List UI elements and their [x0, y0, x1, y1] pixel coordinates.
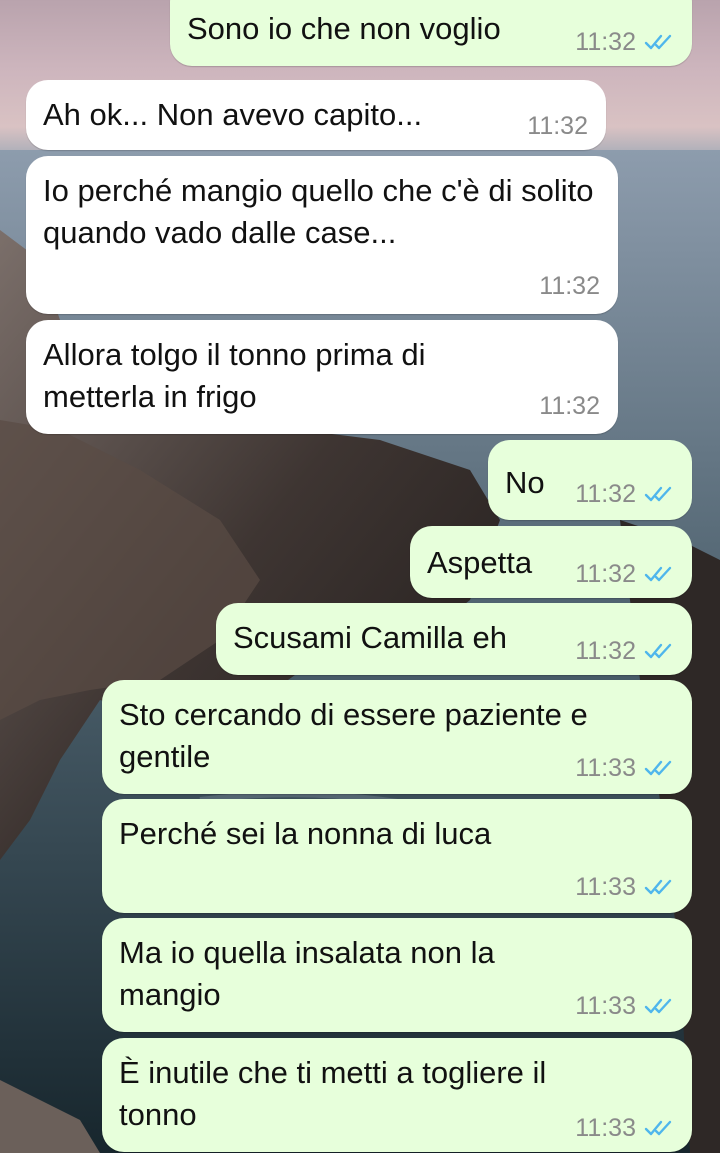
message-meta: 11:33	[575, 1114, 674, 1142]
message-bubble-outgoing[interactable]: Sono io che non voglio 11:32	[170, 0, 692, 66]
message-time: 11:32	[575, 28, 636, 56]
message-meta: 11:33	[575, 873, 674, 901]
message-time: 11:32	[539, 392, 600, 420]
message-time: 11:33	[575, 1114, 636, 1142]
message-meta: 11:33	[575, 992, 674, 1020]
message-time: 11:32	[539, 272, 600, 300]
message-bubble-outgoing[interactable]: No 11:32	[488, 440, 692, 520]
message-bubble-outgoing[interactable]: Aspetta 11:32	[410, 526, 692, 598]
message-text: Allora tolgo il tonno prima di metterla …	[43, 337, 435, 414]
message-text: È inutile che ti metti a togliere il ton…	[119, 1055, 555, 1132]
message-meta: 11:32	[575, 28, 674, 56]
message-text: Ma io quella insalata non la mangio	[119, 935, 504, 1012]
message-bubble-outgoing[interactable]: Sto cercando di essere paziente e gentil…	[102, 680, 692, 794]
read-receipt-icon	[644, 759, 674, 777]
message-time: 11:33	[575, 992, 636, 1020]
read-receipt-icon	[644, 565, 674, 583]
read-receipt-icon	[644, 642, 674, 660]
message-bubble-outgoing[interactable]: Scusami Camilla eh 11:32	[216, 603, 692, 675]
message-meta: 11:32	[575, 560, 674, 588]
message-bubble-incoming[interactable]: Ah ok... Non avevo capito... 11:32	[26, 80, 606, 150]
message-time: 11:32	[575, 480, 636, 508]
message-bubble-outgoing[interactable]: È inutile che ti metti a togliere il ton…	[102, 1038, 692, 1152]
message-meta: 11:32	[527, 112, 588, 140]
message-time: 11:32	[575, 637, 636, 665]
message-meta: 11:33	[575, 754, 674, 782]
read-receipt-icon	[644, 1119, 674, 1137]
read-receipt-icon	[644, 485, 674, 503]
read-receipt-icon	[644, 878, 674, 896]
message-meta: 11:32	[575, 637, 674, 665]
message-meta: 11:32	[539, 272, 600, 300]
read-receipt-icon	[644, 33, 674, 51]
read-receipt-icon	[644, 997, 674, 1015]
message-time: 11:32	[527, 112, 588, 140]
message-bubble-incoming[interactable]: Allora tolgo il tonno prima di metterla …	[26, 320, 618, 434]
message-text: Ah ok... Non avevo capito...	[43, 97, 423, 132]
message-meta: 11:32	[575, 480, 674, 508]
message-time: 11:33	[575, 873, 636, 901]
message-bubble-incoming[interactable]: Io perché mangio quello che c'è di solit…	[26, 156, 618, 314]
message-bubble-outgoing[interactable]: Ma io quella insalata non la mangio 11:3…	[102, 918, 692, 1032]
message-text: Io perché mangio quello che c'è di solit…	[43, 173, 603, 250]
message-bubble-outgoing[interactable]: Perché sei la nonna di luca 11:33	[102, 799, 692, 913]
message-text: Perché sei la nonna di luca	[119, 816, 492, 851]
message-meta: 11:32	[539, 392, 600, 420]
message-time: 11:32	[575, 560, 636, 588]
message-list[interactable]: Sono io che non voglio 11:32 Ah ok... No…	[0, 0, 720, 1153]
message-time: 11:33	[575, 754, 636, 782]
